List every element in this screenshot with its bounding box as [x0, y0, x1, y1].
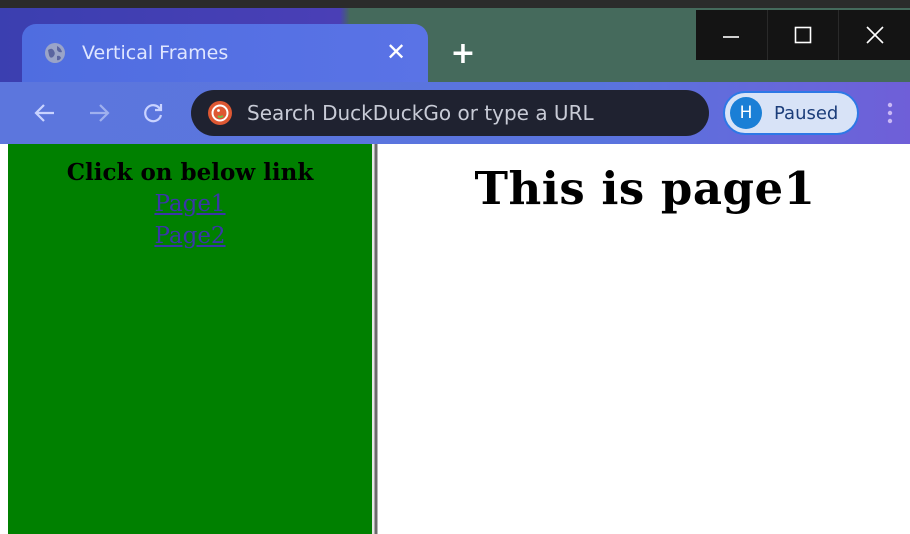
browser-window: Vertical Frames ✕ + Search DuckDuckGo or…: [0, 0, 910, 534]
duckduckgo-icon: [207, 100, 233, 126]
tab-close-button[interactable]: ✕: [382, 38, 410, 66]
close-icon: [866, 26, 884, 44]
page-title: This is page1: [474, 162, 816, 215]
link-page1[interactable]: Page1: [8, 188, 372, 220]
back-arrow-icon: [34, 104, 54, 122]
link-page2[interactable]: Page2: [8, 220, 372, 252]
minimize-button[interactable]: [696, 10, 767, 60]
reload-button[interactable]: [138, 98, 168, 128]
avatar: H: [730, 97, 762, 129]
frame-divider[interactable]: [372, 144, 380, 534]
browser-menu-button[interactable]: [878, 98, 902, 128]
globe-icon: [44, 42, 66, 64]
profile-button[interactable]: H Paused: [723, 91, 859, 135]
close-window-button[interactable]: [838, 10, 910, 60]
back-button[interactable]: [30, 98, 60, 128]
left-frame: Click on below link Page1 Page2: [8, 144, 372, 534]
new-tab-button[interactable]: +: [446, 36, 480, 71]
maximize-button[interactable]: [766, 10, 839, 60]
forward-button[interactable]: [84, 98, 114, 128]
minimize-icon: [723, 36, 740, 38]
address-bar[interactable]: [191, 90, 709, 136]
tab-title: Vertical Frames: [82, 42, 229, 64]
forward-arrow-icon: [90, 104, 110, 122]
left-frame-heading: Click on below link: [66, 159, 314, 186]
title-bar: Vertical Frames ✕ +: [0, 0, 910, 82]
kebab-menu-icon: [887, 102, 893, 124]
maximize-icon: [794, 26, 812, 44]
search-input[interactable]: [245, 100, 689, 126]
profile-status-label: Paused: [774, 102, 839, 124]
page-content: Click on below link Page1 Page2 This is …: [0, 144, 910, 534]
window-controls: [696, 10, 910, 60]
reload-icon: [144, 104, 163, 123]
browser-toolbar: H Paused: [0, 82, 910, 144]
tab-vertical-frames[interactable]: Vertical Frames ✕: [22, 24, 428, 82]
right-frame: This is page1: [380, 144, 910, 534]
